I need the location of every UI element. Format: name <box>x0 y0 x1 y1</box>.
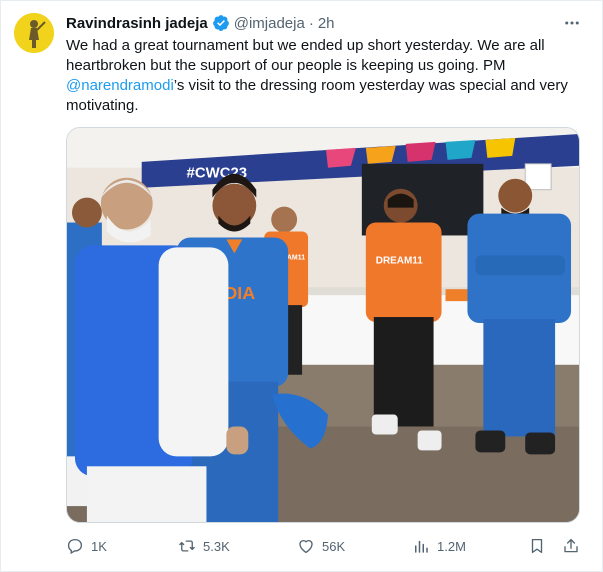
like-count: 56K <box>322 538 346 554</box>
sponsor-text: DREAM11 <box>376 255 423 266</box>
reply-button[interactable]: 1K <box>66 535 107 557</box>
retweet-icon <box>178 537 196 555</box>
views-count: 1.2M <box>437 538 466 554</box>
retweet-button[interactable]: 5.3K <box>178 535 230 557</box>
reply-count: 1K <box>91 538 107 554</box>
tweet-actions: 1K 5.3K 56K 1.2M <box>66 535 586 557</box>
avatar-image <box>14 13 54 53</box>
retweet-count: 5.3K <box>203 538 230 554</box>
tweet-time[interactable]: 2h <box>318 15 335 32</box>
more-icon[interactable] <box>562 13 582 33</box>
share-button[interactable] <box>562 535 580 557</box>
author-handle[interactable]: @imjadeja <box>234 15 305 32</box>
like-button[interactable]: 56K <box>297 535 345 557</box>
views-button[interactable]: 1.2M <box>412 535 466 557</box>
views-icon <box>412 537 430 555</box>
mention-link[interactable]: @narendramodi <box>66 77 174 94</box>
dressing-room-photo: #CWC23 DREAM11 DREAM11 INDIA <box>67 128 579 522</box>
bookmark-icon <box>528 537 546 555</box>
author-name[interactable]: Ravindrasinh jadeja <box>66 15 208 32</box>
reply-icon <box>66 537 84 555</box>
heart-icon <box>297 537 315 555</box>
tweet-text-part1: We had a great tournament but we ended u… <box>66 37 545 74</box>
tweet-card[interactable]: Ravindrasinh jadeja @imjadeja · 2h We ha… <box>0 0 603 572</box>
tweet-text: We had a great tournament but we ended u… <box>66 36 591 116</box>
tweet-photo[interactable]: #CWC23 DREAM11 DREAM11 INDIA <box>66 127 580 523</box>
verified-badge-icon <box>212 14 230 32</box>
avatar[interactable] <box>14 13 54 53</box>
share-icon <box>562 537 580 555</box>
tweet-header: Ravindrasinh jadeja @imjadeja · 2h <box>66 13 335 33</box>
bookmark-button[interactable] <box>528 535 546 557</box>
separator-dot: · <box>308 14 314 32</box>
